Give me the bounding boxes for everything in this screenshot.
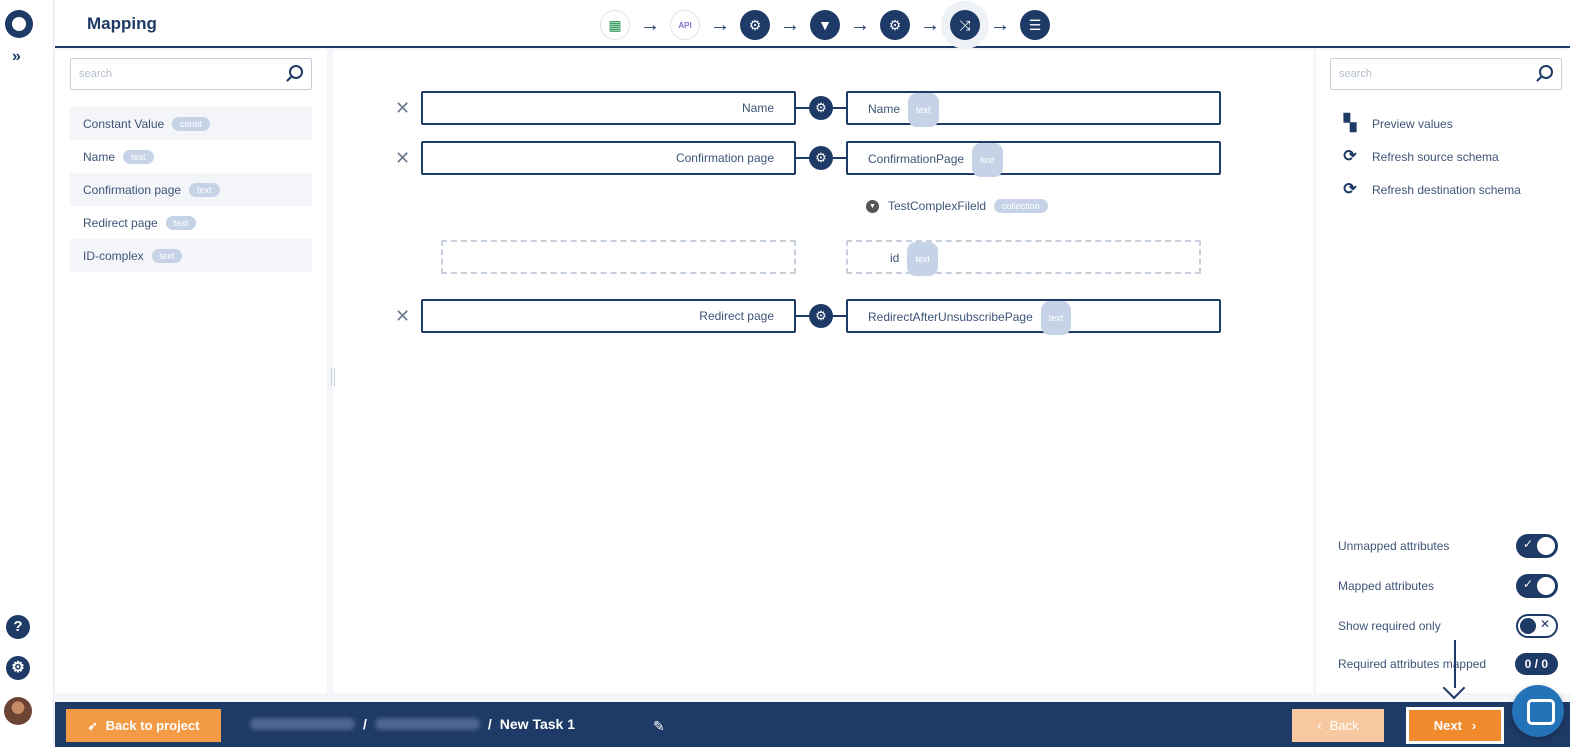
- arrow-right-icon: →: [850, 13, 870, 36]
- header: Mapping ▦ → API → ⚙ → ▼ → ⚙ → ⤨ → ☰: [55, 0, 1570, 48]
- arrow-right-icon: →: [990, 13, 1010, 36]
- source-attribute-list: Constant Value const Name text Confirmatio…: [70, 107, 312, 272]
- shuffle-icon[interactable]: ⤨: [950, 10, 980, 40]
- empty-source-dropzone[interactable]: [441, 240, 796, 274]
- expand-sidebar-icon[interactable]: »: [12, 48, 21, 66]
- list-item[interactable]: Confirmation page text: [70, 173, 312, 206]
- mapping-source-field[interactable]: Name: [421, 91, 796, 125]
- avatar[interactable]: [4, 697, 32, 725]
- mapping-destination-field[interactable]: id text: [846, 240, 1201, 276]
- type-badge: text: [907, 242, 938, 276]
- hint-arrow: [1454, 640, 1456, 688]
- search-icon[interactable]: [289, 65, 303, 79]
- binoculars-icon: ▚: [1343, 115, 1357, 132]
- refresh-destination-action[interactable]: ⟳ Refresh destination schema: [1341, 181, 1520, 199]
- arrow-right-icon: →: [710, 13, 730, 36]
- collection-header[interactable]: ▼ TestComplexFileld collection: [866, 199, 1048, 213]
- arrow-right-icon: →: [640, 13, 660, 36]
- mapping-settings-icon[interactable]: ⚙: [809, 96, 833, 120]
- refresh-icon: ⟳: [1343, 181, 1357, 198]
- page-title: Mapping: [87, 14, 157, 33]
- filter-icon[interactable]: ▼: [810, 10, 840, 40]
- chevron-right-icon: ›: [1471, 718, 1477, 733]
- type-badge: text: [165, 215, 197, 230]
- type-badge: text: [151, 248, 183, 263]
- sliders-icon[interactable]: ☰: [1020, 10, 1050, 40]
- breadcrumb-redacted[interactable]: [374, 718, 480, 730]
- edit-icon[interactable]: ✎: [653, 718, 665, 735]
- type-badge: text: [1040, 301, 1072, 335]
- source-search-input[interactable]: search: [70, 58, 312, 90]
- remove-mapping-button[interactable]: ✕: [395, 148, 410, 169]
- task-name: New Task 1: [499, 716, 576, 732]
- footer-bar: ➶ Back to project / / New Task 1 ✎ ‹ Back …: [55, 702, 1570, 747]
- preview-values-action[interactable]: ▚ Preview values: [1341, 115, 1453, 133]
- mapped-attributes-row: Mapped attributes ✓: [1338, 574, 1558, 598]
- mapping-destination-field[interactable]: RedirectAfterUnsubscribePage text: [846, 299, 1221, 335]
- next-button[interactable]: Next ›: [1406, 707, 1504, 744]
- required-mapped-row: Required attributes mapped 0 / 0: [1338, 653, 1558, 675]
- left-rail: » ? ⚙: [0, 0, 54, 747]
- back-to-project-button[interactable]: ➶ Back to project: [66, 709, 221, 742]
- unmapped-attributes-toggle[interactable]: ✓: [1516, 534, 1558, 558]
- back-button[interactable]: ‹ Back: [1292, 709, 1384, 742]
- rocket-icon: ➶: [87, 718, 98, 733]
- refresh-source-action[interactable]: ⟳ Refresh source schema: [1341, 148, 1498, 166]
- required-only-row: Show required only ✕: [1338, 614, 1558, 638]
- type-badge: text: [972, 143, 1003, 177]
- arrow-right-icon: →: [780, 13, 800, 36]
- required-mapped-counter: 0 / 0: [1514, 653, 1558, 675]
- settings-icon[interactable]: ⚙: [880, 10, 910, 40]
- mapping-source-field[interactable]: Confirmation page: [421, 141, 796, 175]
- mapping-settings-icon[interactable]: ⚙: [809, 146, 833, 170]
- type-badge: collection: [994, 199, 1048, 213]
- remove-mapping-button[interactable]: ✕: [395, 306, 410, 327]
- breadcrumb: / / New Task 1: [250, 716, 575, 732]
- arrow-right-icon: →: [920, 13, 940, 36]
- mapping-source-field[interactable]: Redirect page: [421, 299, 796, 333]
- mapping-destination-field[interactable]: ConfirmationPage text: [846, 141, 1221, 177]
- list-item[interactable]: ID-complex text: [70, 239, 312, 272]
- type-badge: text: [189, 182, 220, 197]
- search-icon[interactable]: [1539, 65, 1553, 79]
- mapped-attributes-toggle[interactable]: ✓: [1516, 574, 1558, 598]
- settings-icon[interactable]: ⚙: [6, 656, 30, 680]
- chevron-left-icon: ‹: [1317, 718, 1322, 733]
- required-only-toggle[interactable]: ✕: [1516, 614, 1558, 638]
- remove-mapping-button[interactable]: ✕: [395, 98, 410, 119]
- help-icon[interactable]: ?: [6, 615, 30, 639]
- api-gear-icon[interactable]: API: [670, 10, 700, 40]
- chat-widget-icon[interactable]: [1512, 685, 1564, 737]
- mapping-settings-icon[interactable]: ⚙: [809, 304, 833, 328]
- refresh-icon: ⟳: [1343, 148, 1357, 165]
- type-badge: const: [172, 116, 210, 131]
- unmapped-attributes-row: Unmapped attributes ✓: [1338, 534, 1558, 558]
- resize-handle[interactable]: [331, 368, 335, 386]
- type-badge: text: [123, 149, 154, 164]
- settings-icon[interactable]: ⚙: [740, 10, 770, 40]
- workflow-steps: ▦ → API → ⚙ → ▼ → ⚙ → ⤨ → ☰: [600, 8, 1050, 42]
- collapse-icon[interactable]: ▼: [866, 199, 879, 213]
- type-badge: text: [908, 93, 939, 127]
- list-item[interactable]: Constant Value const: [70, 107, 312, 140]
- mapping-destination-field[interactable]: Name text: [846, 91, 1221, 127]
- list-item[interactable]: Name text: [70, 140, 312, 173]
- app-logo[interactable]: [5, 10, 33, 38]
- list-item[interactable]: Redirect page text: [70, 206, 312, 239]
- spreadsheet-icon[interactable]: ▦: [600, 10, 630, 40]
- breadcrumb-redacted[interactable]: [250, 718, 355, 730]
- destination-search-input[interactable]: search: [1330, 58, 1562, 90]
